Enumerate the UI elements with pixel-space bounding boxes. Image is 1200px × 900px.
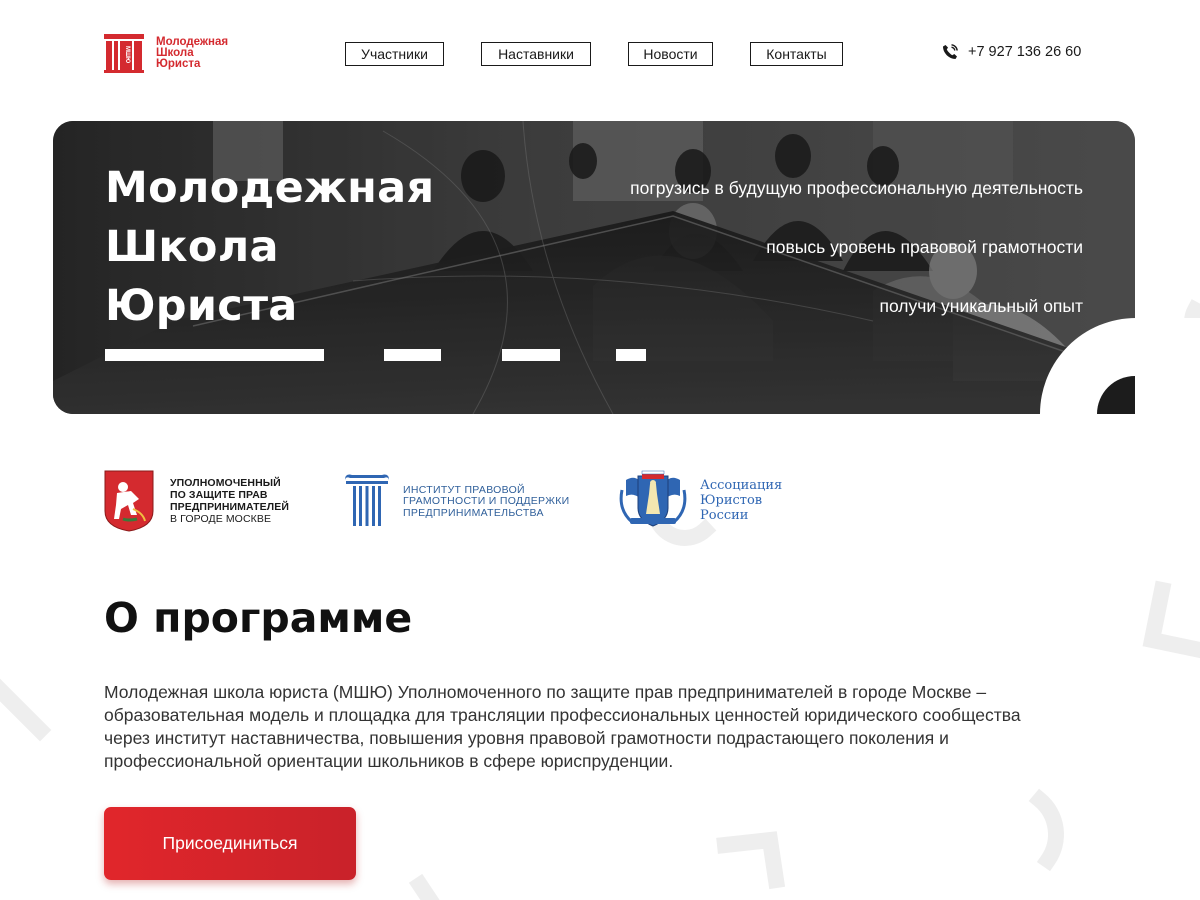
nav-news[interactable]: Новости xyxy=(628,42,713,66)
svg-text:МШЮ: МШЮ xyxy=(124,46,130,63)
hero-title: Молодежная Школа Юриста xyxy=(105,159,434,336)
site-header: МШЮ Молодежная Школа Юриста Участники На… xyxy=(0,0,1200,108)
partner-russian-lawyers-association[interactable]: Ассоциация Юристов России xyxy=(616,470,782,530)
hero-decor-bar xyxy=(384,349,441,361)
nav-contacts[interactable]: Контакты xyxy=(750,42,843,66)
partner-3-line: России xyxy=(700,507,749,523)
phone-number: +7 927 136 26 60 xyxy=(968,44,1082,60)
partner-3-name: Ассоциация Юристов России xyxy=(700,478,782,523)
hero-banner: Молодежная Школа Юриста погрузись в буду… xyxy=(53,121,1135,414)
hero-tagline-2: повысь уровень правовой грамотности xyxy=(766,237,1083,257)
phone-contact[interactable]: +7 927 136 26 60 xyxy=(942,44,1081,60)
about-title: О программе xyxy=(104,594,413,642)
moscow-coat-of-arms-icon xyxy=(104,470,154,532)
join-button[interactable]: Присоединиться xyxy=(104,807,356,880)
hero-decor-bar xyxy=(502,349,560,361)
partner-1-name: УПОЛНОМОЧЕННЫЙ ПО ЗАЩИТЕ ПРАВ ПРЕДПРИНИМ… xyxy=(170,477,289,525)
hero-tagline-3: получи уникальный опыт xyxy=(879,296,1083,316)
hero-decor-bar xyxy=(616,349,646,361)
partner-1-line: В ГОРОДЕ МОСКВЕ xyxy=(170,512,272,525)
partner-business-ombudsman[interactable]: УПОЛНОМОЧЕННЫЙ ПО ЗАЩИТЕ ПРАВ ПРЕДПРИНИМ… xyxy=(103,469,289,532)
hero-title-line-1: Молодежная xyxy=(105,163,435,213)
nav-mentors[interactable]: Наставники xyxy=(481,42,591,66)
column-icon xyxy=(345,474,389,526)
partner-legal-literacy-institute[interactable]: ИНСТИТУТ ПРАВОВОЙ ГРАМОТНОСТИ И ПОДДЕРЖК… xyxy=(344,472,570,532)
phone-icon xyxy=(943,44,958,59)
nav-participants[interactable]: Участники xyxy=(345,42,444,66)
hero-title-line-2: Школа xyxy=(105,222,279,272)
logo-column-icon: МШЮ xyxy=(104,34,144,73)
partner-1-line: ПО ЗАЩИТЕ ПРАВ xyxy=(170,488,268,501)
about-description: Молодежная школа юриста (МШЮ) Уполномоче… xyxy=(104,682,1021,771)
partner-1-line: УПОЛНОМОЧЕННЫЙ xyxy=(170,476,281,489)
partner-3-line: Юристов xyxy=(700,492,763,508)
partner-1-line: ПРЕДПРИНИМАТЕЛЕЙ xyxy=(170,500,290,513)
partner-3-line: Ассоциация xyxy=(700,477,783,493)
hero-title-line-3: Юриста xyxy=(105,281,298,331)
site-logo[interactable]: МШЮ Молодежная Школа Юриста xyxy=(104,34,228,73)
partner-2-name: ИНСТИТУТ ПРАВОВОЙ ГРАМОТНОСТИ И ПОДДЕРЖК… xyxy=(403,484,570,520)
partner-2-line: ПРЕДПРИНИМАТЕЛЬСТВА xyxy=(403,506,544,519)
logo-line-3: Юриста xyxy=(156,58,201,70)
hero-tagline-1: погрузись в будущую профессиональную дея… xyxy=(630,178,1083,198)
association-emblem-icon xyxy=(619,470,687,527)
logo-text: Молодежная Школа Юриста xyxy=(156,36,228,70)
hero-decor-bar xyxy=(105,349,324,361)
